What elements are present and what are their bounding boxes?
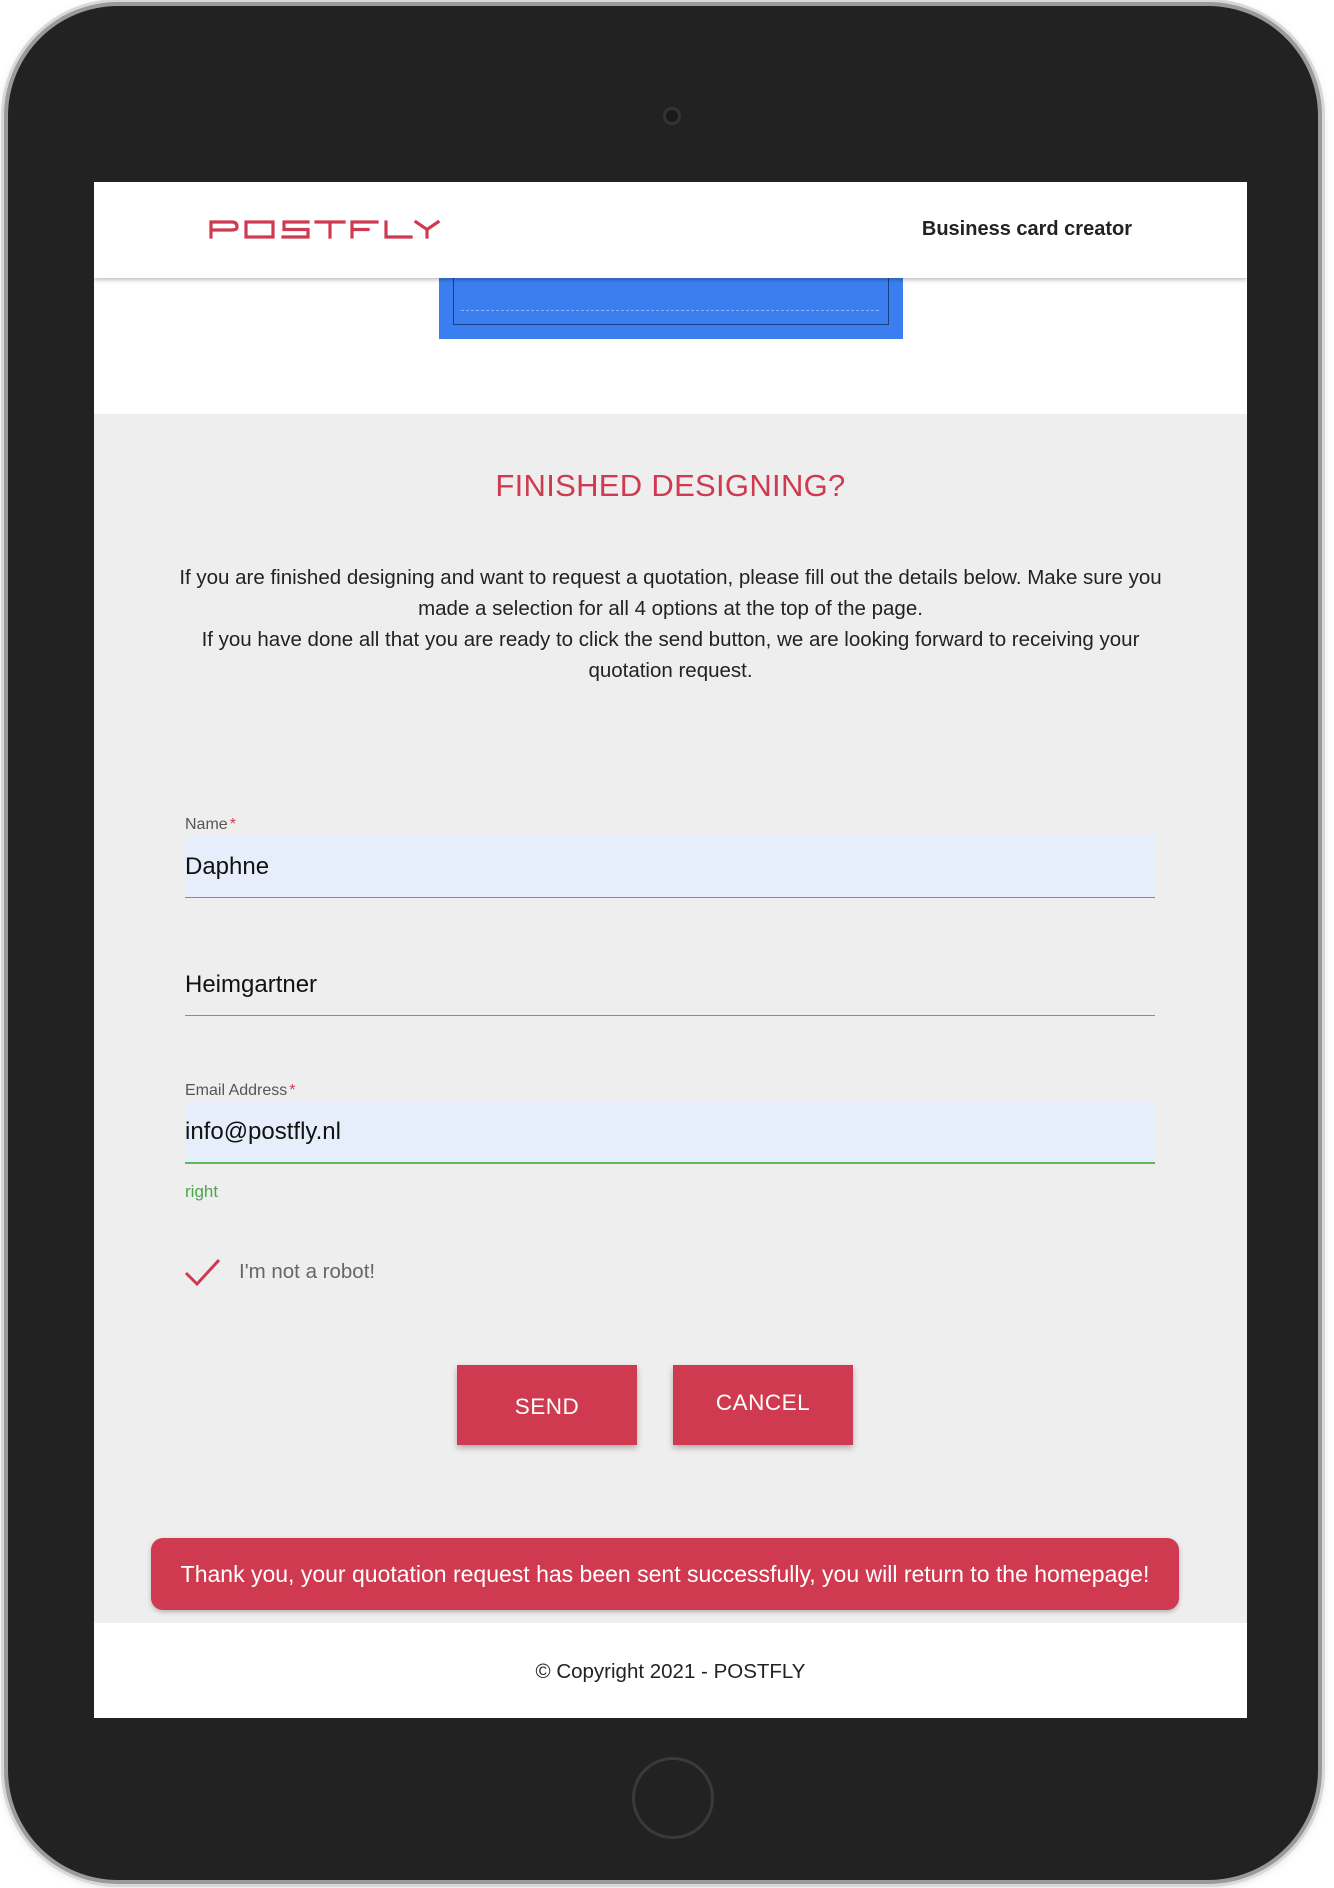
success-toast: Thank you, your quotation request has be… [151,1538,1179,1610]
site-footer: © Copyright 2021 - POSTFLY [94,1623,1247,1718]
intro-paragraph-1: If you are finished designing and want t… [179,566,1162,620]
intro-text: If you are finished designing and want t… [164,562,1177,686]
card-preview-area [94,278,1247,414]
business-card-preview[interactable] [439,278,903,339]
home-button[interactable] [632,1757,714,1839]
cancel-button[interactable]: CANCEL [673,1365,853,1445]
lastname-field [185,934,1155,1016]
name-input[interactable] [185,836,1155,898]
intro-paragraph-2: If you have done all that you are ready … [201,628,1140,682]
checkmark-icon[interactable] [184,1256,222,1288]
section-title: FINISHED DESIGNING? [495,468,846,503]
camera-icon [663,107,681,125]
email-validation-hint: right [185,1182,219,1201]
name-field: Name * [185,816,1155,898]
nav-business-card-creator[interactable]: Business card creator [922,218,1132,241]
email-input[interactable] [185,1102,1155,1164]
send-button[interactable]: SEND [457,1365,637,1445]
lastname-label [185,934,1155,954]
lastname-input[interactable] [185,954,1155,1016]
site-header: Business card creator [94,182,1247,278]
tablet-frame: Business card creator FINISHED DESIGNING… [8,6,1318,1880]
email-label: Email Address * [185,1082,296,1099]
email-field: Email Address* right [185,1082,1155,1202]
copyright-text: © Copyright 2021 - POSTFLY [535,1660,806,1683]
robot-checkbox-label: I'm not a robot! [239,1260,376,1283]
card-bleed-line [461,310,879,311]
card-inner-border [453,278,889,325]
postfly-logo[interactable] [208,218,440,240]
name-label: Name * [185,816,236,833]
app-screen: Business card creator FINISHED DESIGNING… [94,182,1247,1718]
